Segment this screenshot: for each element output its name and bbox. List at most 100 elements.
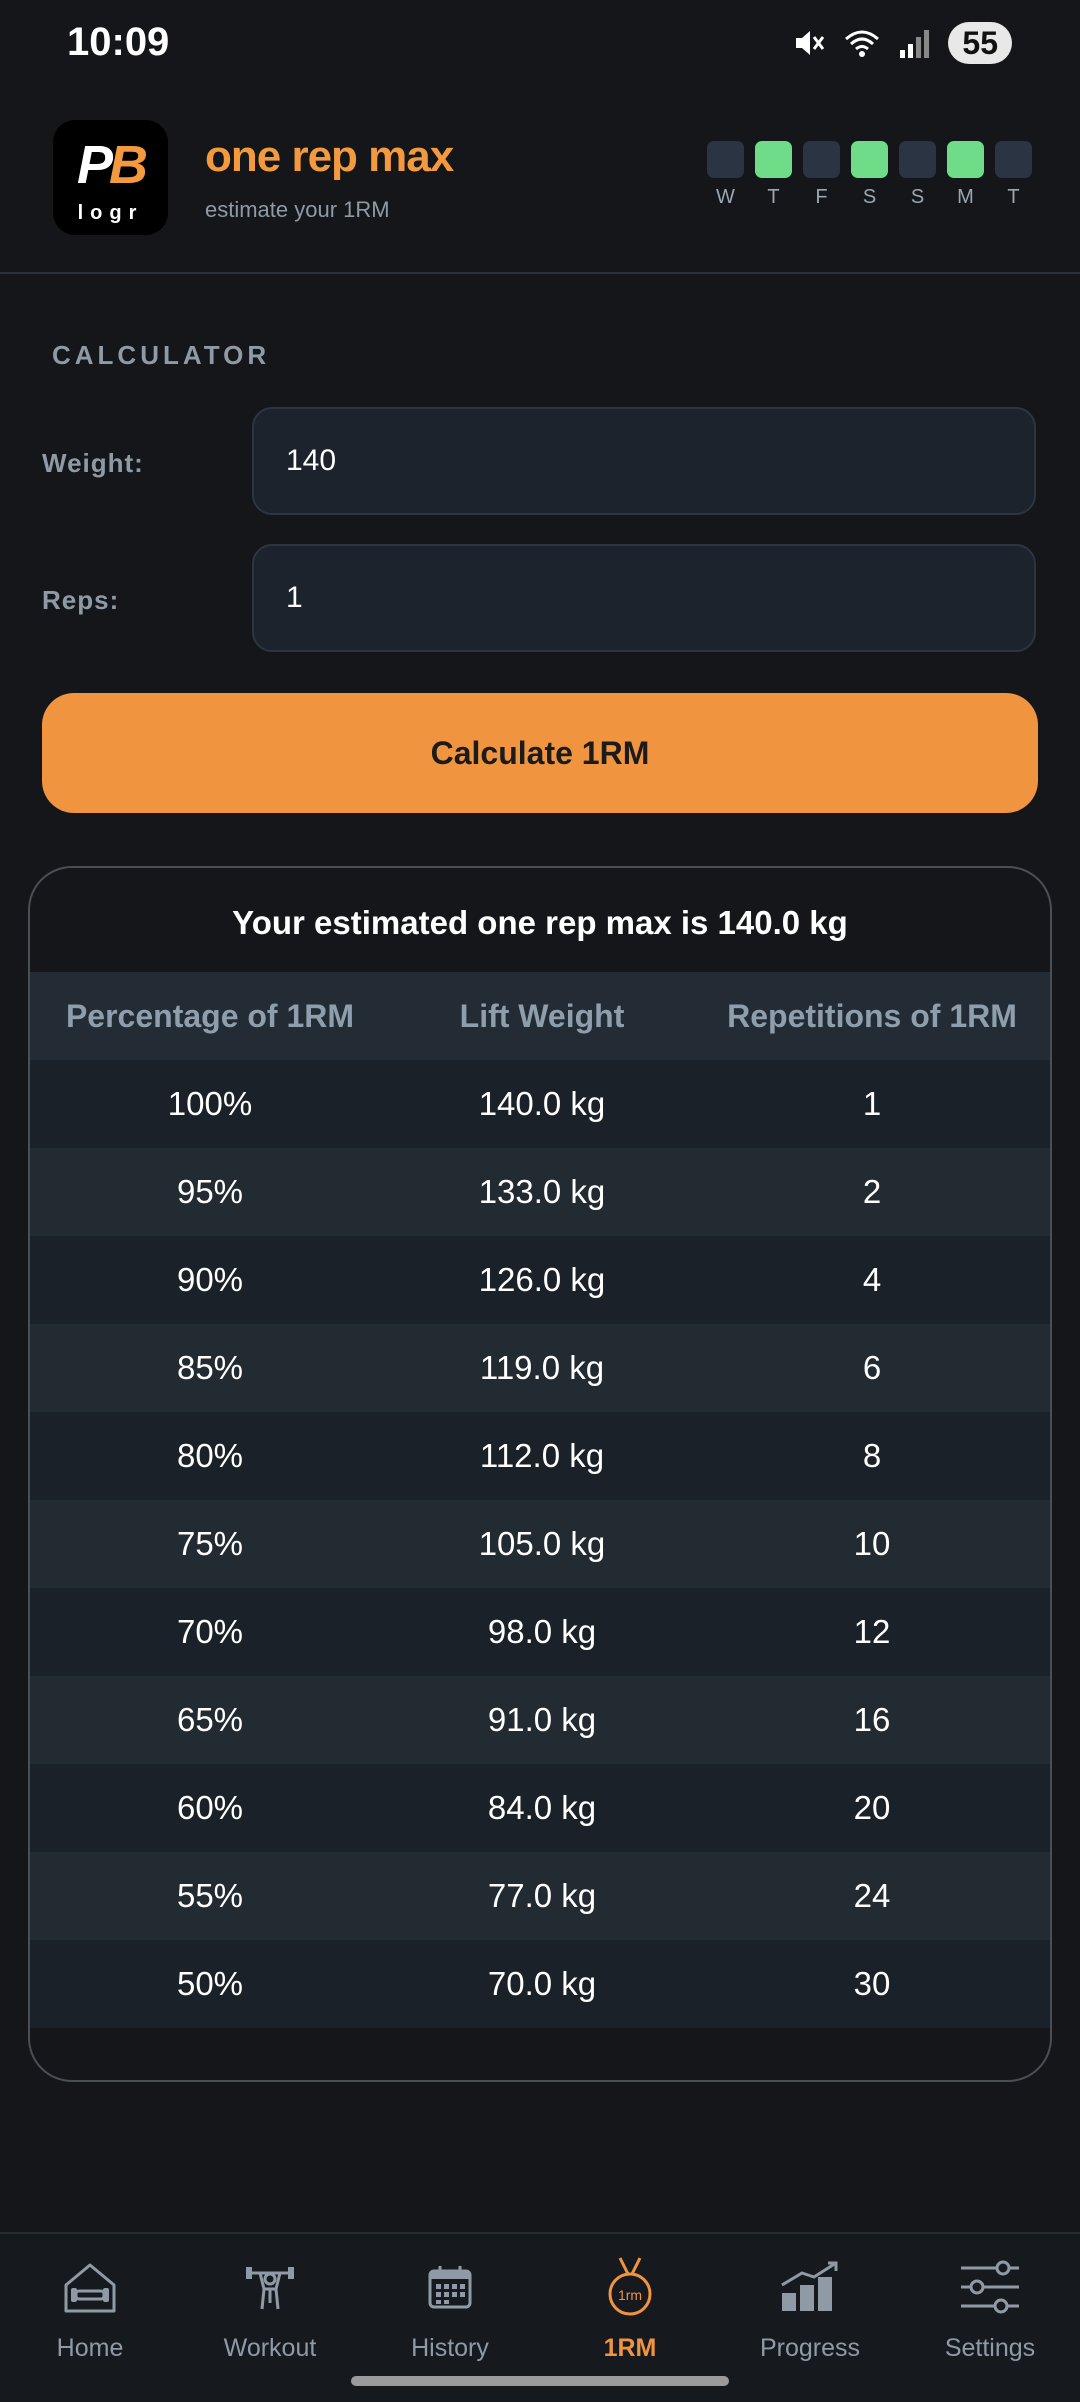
percentage-cell: 55% [176, 1877, 244, 1914]
reps-cell: 10 [853, 1525, 891, 1562]
reps-cell: 30 [853, 1965, 891, 2002]
weight-cell: 91.0 kg [487, 1701, 597, 1738]
results-card: Your estimated one rep max is 140.0 kg P… [28, 866, 1052, 2082]
signal-icon [898, 26, 932, 60]
table-row: 70% 98.0 kg 12 [30, 1588, 1050, 1676]
sliders-icon [955, 2252, 1025, 2322]
reps-cell: 24 [853, 1877, 891, 1914]
medal-icon: 1rm [595, 2252, 665, 2322]
table-row: 55% 77.0 kg 24 [30, 1852, 1050, 1940]
header-lift-weight: Lift Weight [459, 997, 625, 1034]
day-label: S [862, 186, 877, 208]
percentage-cell: 75% [176, 1525, 244, 1562]
day-sun: S [899, 141, 936, 209]
reps-cell: 16 [853, 1701, 891, 1738]
percentage-cell: 50% [176, 1965, 244, 2002]
day-label: W [716, 186, 735, 208]
wifi-icon [842, 25, 882, 61]
nav-progress[interactable]: Progress [720, 2234, 900, 2402]
weight-cell: 98.0 kg [487, 1613, 597, 1650]
weight-cell: 105.0 kg [478, 1525, 606, 1562]
nav-label: Progress [759, 2334, 861, 2362]
day-label: T [767, 186, 780, 208]
page-subtitle: estimate your 1RM [205, 197, 390, 222]
calculator-section-title: CALCULATOR [52, 340, 271, 370]
result-summary: Your estimated one rep max is 140.0 kg [232, 904, 848, 941]
status-icons: 55 [790, 22, 1012, 64]
percentage-cell: 100% [167, 1085, 253, 1122]
percentage-cell: 60% [176, 1789, 244, 1826]
weight-cell: 70.0 kg [487, 1965, 597, 2002]
reps-input[interactable] [252, 544, 1036, 652]
day-indicator [755, 141, 792, 178]
percentage-cell: 85% [176, 1349, 244, 1386]
weight-cell: 133.0 kg [478, 1173, 606, 1210]
weight-cell: 119.0 kg [479, 1349, 605, 1386]
app-header: PB logr one rep max estimate your 1RM W … [0, 100, 1080, 274]
svg-text:1rm: 1rm [618, 2287, 642, 2303]
nav-workout[interactable]: Workout [180, 2234, 360, 2402]
percentage-table: Percentage of 1RM Lift Weight Repetition… [30, 972, 1050, 2028]
header-repetitions: Repetitions of 1RM [727, 997, 1017, 1034]
day-sat: S [851, 141, 888, 209]
day-thu: T [755, 141, 792, 209]
nav-label: Home [56, 2334, 124, 2362]
weight-cell: 84.0 kg [487, 1789, 597, 1826]
table-row: 95% 133.0 kg 2 [30, 1148, 1050, 1236]
reps-cell: 20 [853, 1789, 891, 1826]
reps-cell: 12 [853, 1613, 891, 1650]
header-percentage: Percentage of 1RM [65, 997, 355, 1034]
weight-cell: 126.0 kg [478, 1261, 606, 1298]
reps-label: Reps: [42, 585, 120, 615]
status-time: 10:09 [67, 20, 170, 64]
reps-cell: 1 [862, 1085, 882, 1122]
day-indicator [803, 141, 840, 178]
day-indicator [995, 141, 1032, 178]
reps-cell: 8 [862, 1437, 882, 1474]
nav-label: 1RM [603, 2334, 657, 2362]
battery-badge: 55 [948, 22, 1012, 64]
day-indicator [851, 141, 888, 178]
weight-input[interactable] [252, 407, 1036, 515]
weekly-activity-tracker: W T F S S M T [707, 141, 1032, 209]
nav-home[interactable]: Home [0, 2234, 180, 2402]
day-indicator [899, 141, 936, 178]
table-row: 85% 119.0 kg 6 [30, 1324, 1050, 1412]
weight-label: Weight: [42, 448, 144, 478]
table-row: 65% 91.0 kg 16 [30, 1676, 1050, 1764]
percentage-cell: 70% [176, 1613, 244, 1650]
nav-settings[interactable]: Settings [900, 2234, 1080, 2402]
mute-icon [790, 25, 826, 61]
nav-label: Workout [223, 2334, 317, 2362]
table-row: 50% 70.0 kg 30 [30, 1940, 1050, 2028]
progress-chart-icon [775, 2252, 845, 2322]
table-row: 80% 112.0 kg 8 [30, 1412, 1050, 1500]
home-gesture-bar[interactable] [351, 2376, 729, 2386]
table-row: 90% 126.0 kg 4 [30, 1236, 1050, 1324]
status-bar: 10:09 55 [0, 0, 1080, 90]
percentage-cell: 80% [176, 1437, 244, 1474]
table-row: 75% 105.0 kg 10 [30, 1500, 1050, 1588]
table-row: 60% 84.0 kg 20 [30, 1764, 1050, 1852]
table-header-row: Percentage of 1RM Lift Weight Repetition… [30, 972, 1050, 1060]
reps-cell: 2 [862, 1173, 882, 1210]
day-label: M [957, 186, 974, 208]
day-indicator [707, 141, 744, 178]
day-wed: W [707, 141, 744, 209]
page-title: one rep max [205, 132, 454, 181]
day-mon: M [947, 141, 984, 209]
day-tue: T [995, 141, 1032, 209]
day-label: F [815, 186, 828, 208]
calculate-1rm-button[interactable]: Calculate 1RM [42, 693, 1038, 813]
day-label: T [1007, 186, 1020, 208]
reps-cell: 6 [862, 1349, 882, 1386]
day-label: S [910, 186, 925, 208]
nav-label: Settings [944, 2334, 1036, 2362]
percentage-cell: 90% [176, 1261, 244, 1298]
percentage-cell: 95% [176, 1173, 244, 1210]
calendar-icon [415, 2252, 485, 2322]
percentage-cell: 65% [176, 1701, 244, 1738]
workout-icon [235, 2252, 305, 2322]
logo-subtext: logr [77, 202, 144, 224]
weight-cell: 77.0 kg [487, 1877, 597, 1914]
